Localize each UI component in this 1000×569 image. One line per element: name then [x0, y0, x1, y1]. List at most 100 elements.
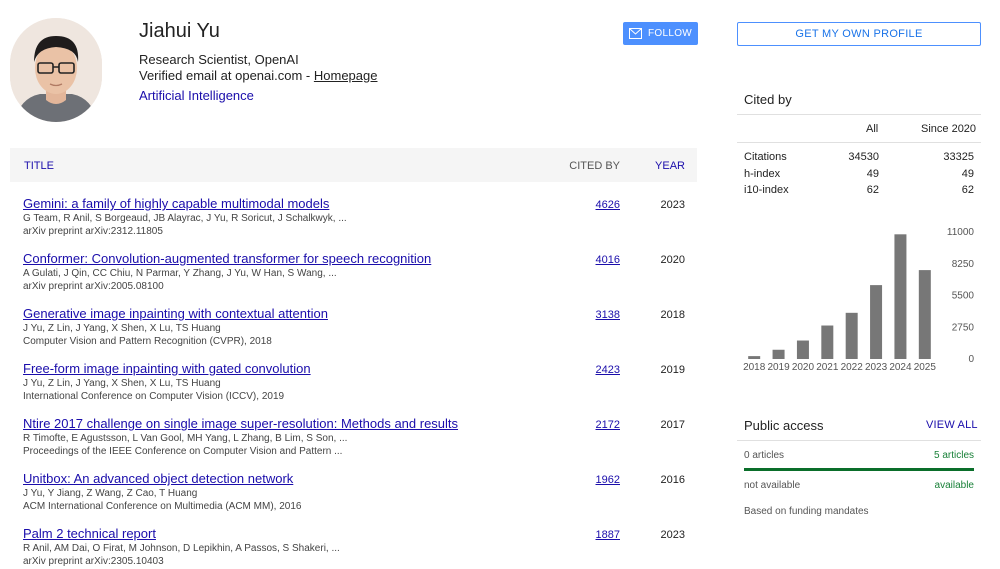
chart-bar-2024[interactable] [894, 234, 907, 359]
cited-by-link[interactable]: 2172 [580, 419, 620, 431]
unavailable-count: 0 articles [744, 450, 785, 461]
table-row: Unitbox: An advanced object detection ne… [10, 471, 697, 526]
paper-title-link[interactable]: Free-form image inpainting with gated co… [23, 361, 311, 376]
x-tick-label: 2020 [792, 362, 815, 373]
x-tick-label: 2025 [914, 362, 937, 373]
paper-authors: A Gulati, J Qin, CC Chiu, N Parmar, Y Zh… [23, 268, 337, 279]
profile-email-line: Verified email at openai.com - Homepage [139, 68, 377, 83]
cited-by-link[interactable]: 3138 [580, 309, 620, 321]
stat-all: 62 [866, 184, 879, 196]
chart-bar-2022[interactable] [845, 312, 858, 359]
table-row: Free-form image inpainting with gated co… [10, 361, 697, 416]
x-tick-label: 2021 [816, 362, 839, 373]
x-tick-label: 2023 [865, 362, 888, 373]
stat-label: i10-index [744, 184, 789, 196]
paper-authors: J Yu, Y Jiang, Z Wang, Z Cao, T Huang [23, 488, 198, 499]
table-row: Gemini: a family of highly capable multi… [10, 196, 697, 251]
paper-title-link[interactable]: Generative image inpainting with context… [23, 306, 328, 321]
chart-bar-2025[interactable] [918, 270, 931, 359]
y-tick-label: 2750 [952, 322, 975, 333]
y-tick-label: 0 [968, 354, 974, 365]
profile-name: Jiahui Yu [139, 20, 220, 42]
paper-year: 2020 [660, 254, 685, 266]
interest-link-ai[interactable]: Artificial Intelligence [139, 88, 254, 103]
stat-row-h-index: h-index 49 49 [744, 168, 974, 184]
paper-authors: R Timofte, E Agustsson, L Van Gool, MH Y… [23, 433, 348, 444]
follow-label: FOLLOW [647, 28, 693, 39]
not-available-label: not available [744, 480, 801, 491]
paper-venue: Proceedings of the IEEE Conference on Co… [23, 446, 343, 457]
x-tick-label: 2024 [889, 362, 912, 373]
x-tick-label: 2019 [767, 362, 790, 373]
stat-since: 33325 [943, 151, 974, 163]
public-access-bar-fill [744, 468, 974, 471]
divider [737, 142, 981, 143]
homepage-link[interactable]: Homepage [314, 68, 378, 83]
paper-authors: J Yu, Z Lin, J Yang, X Shen, X Lu, TS Hu… [23, 378, 221, 389]
stat-label: h-index [744, 168, 781, 180]
sort-by-year[interactable]: YEAR [655, 160, 685, 172]
stat-since: 49 [961, 168, 974, 180]
sort-by-cited[interactable]: CITED BY [569, 160, 620, 172]
view-all-link[interactable]: VIEW ALL [926, 419, 978, 431]
paper-venue: Computer Vision and Pattern Recognition … [23, 336, 272, 347]
available-count[interactable]: 5 articles [934, 450, 974, 461]
paper-title-link[interactable]: Unitbox: An advanced object detection ne… [23, 471, 293, 486]
paper-title-link[interactable]: Palm 2 technical report [23, 526, 156, 541]
available-label: available [934, 480, 974, 491]
paper-venue: arXiv preprint arXiv:2005.08100 [23, 281, 164, 292]
public-access-heading: Public access [744, 418, 824, 433]
cited-by-link[interactable]: 4626 [580, 199, 620, 211]
table-row: Palm 2 technical report R Anil, AM Dai, … [10, 526, 697, 569]
sort-by-title[interactable]: TITLE [24, 160, 54, 172]
follow-button[interactable]: FOLLOW [623, 22, 698, 45]
table-row: Conformer: Convolution-augmented transfo… [10, 251, 697, 306]
table-row: Generative image inpainting with context… [10, 306, 697, 361]
citations-per-year-chart: 2018 2019 2020 2021 2022 2023 2024 2025 11000 825… [743, 227, 975, 373]
paper-venue: ACM International Conference on Multimed… [23, 501, 302, 512]
paper-authors: G Team, R Anil, S Borgeaud, JB Alayrac, … [23, 213, 347, 224]
paper-year: 2023 [660, 199, 685, 211]
paper-venue: arXiv preprint arXiv:2305.10403 [23, 556, 164, 567]
chart-bar-2020[interactable] [796, 340, 809, 359]
get-my-own-profile-button[interactable]: GET MY OWN PROFILE [737, 22, 981, 46]
cited-by-link[interactable]: 4016 [580, 254, 620, 266]
stat-row-citations: Citations 34530 33325 [744, 151, 974, 167]
paper-venue: International Conference on Computer Vis… [23, 391, 285, 402]
y-tick-label: 5500 [952, 291, 975, 302]
paper-title-link[interactable]: Ntire 2017 challenge on single image sup… [23, 416, 458, 431]
paper-year: 2018 [660, 309, 685, 321]
chart-bar-2023[interactable] [870, 285, 883, 359]
divider [737, 114, 981, 115]
stat-row-i10-index: i10-index 62 62 [744, 184, 974, 200]
cited-by-link[interactable]: 1887 [580, 529, 620, 541]
mail-icon [628, 28, 642, 39]
paper-year: 2017 [660, 419, 685, 431]
chart-bar-2018[interactable] [748, 356, 761, 359]
y-tick-label: 11000 [947, 227, 975, 238]
cited-by-link[interactable]: 2423 [580, 364, 620, 376]
paper-title-link[interactable]: Conformer: Convolution-augmented transfo… [23, 251, 431, 266]
paper-year: 2016 [660, 474, 685, 486]
paper-year: 2019 [660, 364, 685, 376]
cited-by-link[interactable]: 1962 [580, 474, 620, 486]
verified-email-text: Verified email at openai.com - [139, 68, 314, 83]
y-tick-label: 8250 [952, 259, 975, 270]
funding-mandates-note: Based on funding mandates [744, 506, 869, 517]
chart-bar-2019[interactable] [772, 349, 785, 359]
paper-venue: arXiv preprint arXiv:2312.11805 [23, 226, 163, 237]
x-tick-label: 2018 [743, 362, 766, 373]
paper-title-link[interactable]: Gemini: a family of highly capable multi… [23, 196, 329, 211]
stats-col-since: Since 2020 [921, 123, 977, 135]
stat-since: 62 [961, 184, 974, 196]
paper-authors: R Anil, AM Dai, O Firat, M Johnson, D Le… [23, 543, 340, 554]
publications-table-header: TITLE CITED BY YEAR [10, 148, 697, 182]
x-tick-label: 2022 [841, 362, 864, 373]
paper-authors: J Yu, Z Lin, J Yang, X Shen, X Lu, TS Hu… [23, 323, 221, 334]
chart-bar-2021[interactable] [821, 325, 834, 359]
stat-all: 34530 [848, 151, 879, 163]
public-access-bar [744, 468, 974, 471]
divider [737, 440, 981, 441]
stat-all: 49 [866, 168, 879, 180]
profile-photo [10, 18, 102, 122]
